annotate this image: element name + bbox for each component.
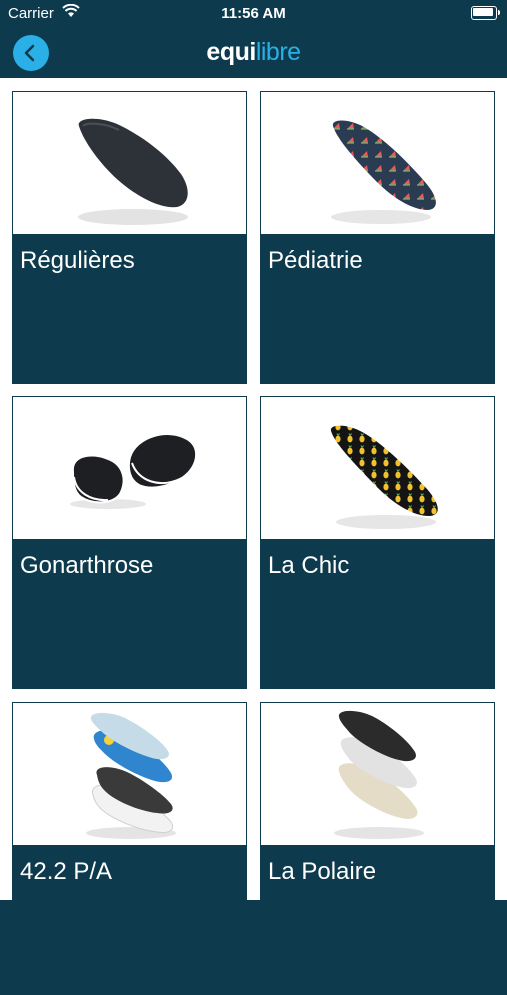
product-card-la-polaire[interactable]: La Polaire	[260, 702, 495, 995]
insole-image	[13, 397, 246, 539]
product-card-gonarthrose[interactable]: Gonarthrose	[12, 396, 247, 689]
product-label: Régulières	[20, 247, 135, 274]
app-logo: equilibre	[206, 38, 301, 66]
product-label: 42.2 P/A	[20, 858, 113, 885]
battery-icon	[471, 6, 500, 20]
product-grid: Régulières Pédiatrie Gonarthrose La Chic…	[0, 78, 507, 995]
product-label: Pédiatrie	[268, 247, 363, 274]
product-card-42-2-pa[interactable]: 42.2 P/A	[12, 702, 247, 995]
insole-image	[13, 703, 246, 845]
status-time: 11:56 AM	[221, 5, 286, 22]
insole-image	[261, 92, 494, 234]
nav-bar: Carrier 11:56 AM equilibre	[0, 0, 507, 79]
product-label: La Polaire	[268, 858, 377, 885]
status-bar: Carrier 11:56 AM	[0, 0, 507, 28]
product-label: La Chic	[268, 552, 350, 579]
insole-image	[261, 397, 494, 539]
product-card-pediatrie[interactable]: Pédiatrie	[260, 91, 495, 384]
insole-image	[261, 703, 494, 845]
insole-image	[13, 92, 246, 234]
product-card-la-chic[interactable]: La Chic	[260, 396, 495, 689]
product-card-regulieres[interactable]: Régulières	[12, 91, 247, 384]
product-label: Gonarthrose	[20, 552, 154, 579]
